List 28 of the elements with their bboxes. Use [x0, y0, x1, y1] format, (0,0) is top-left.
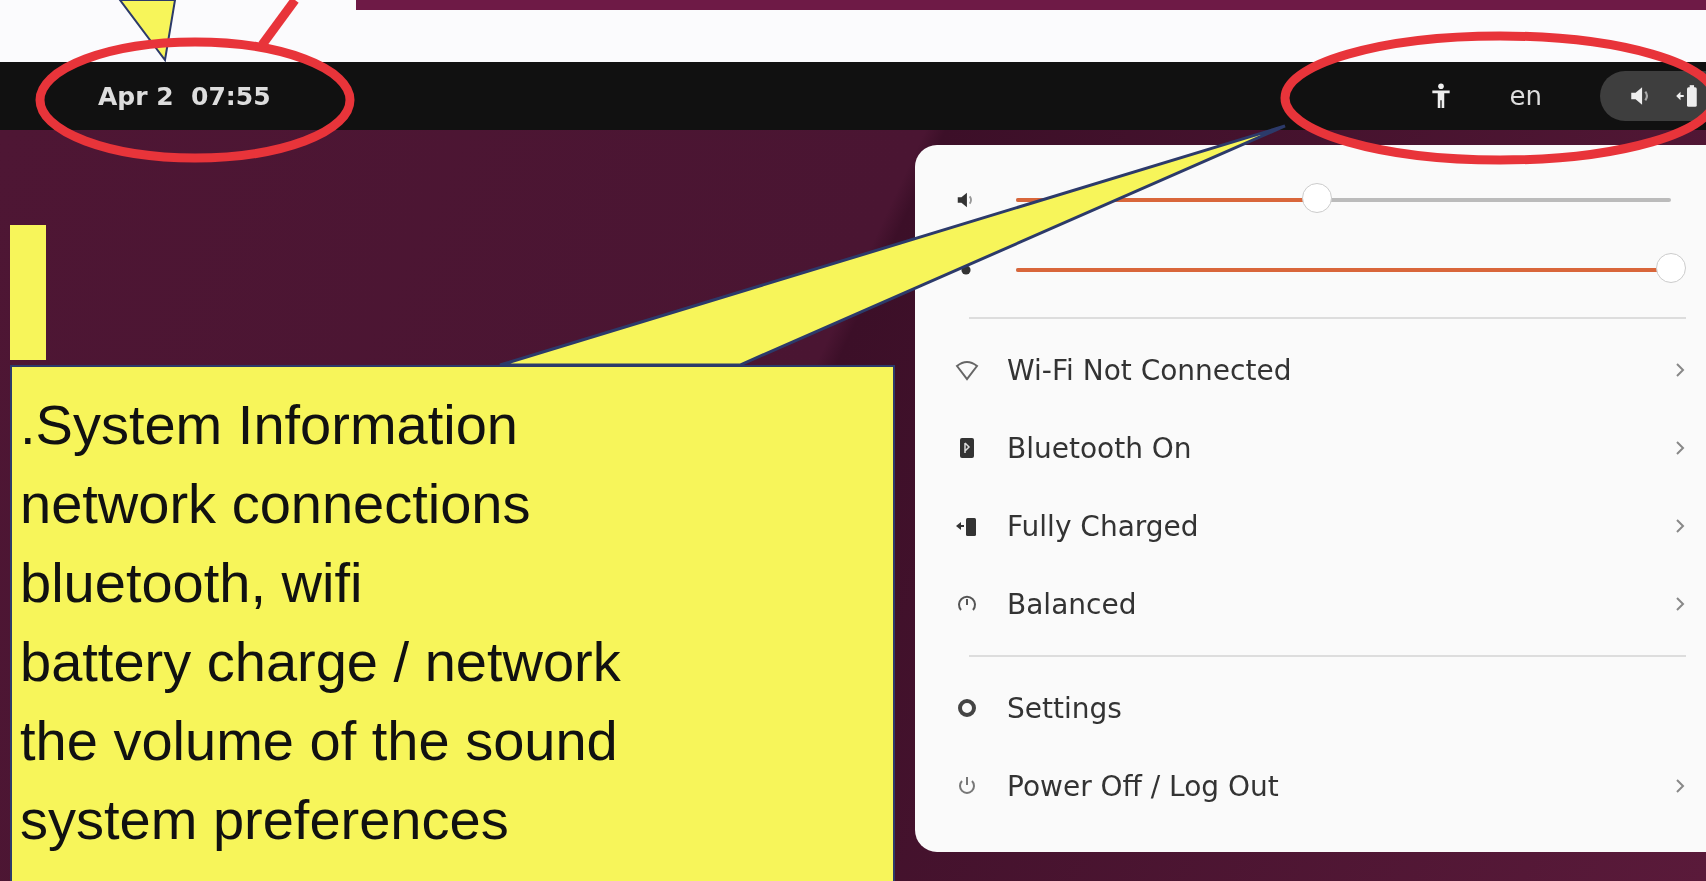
slider-thumb[interactable] [1656, 253, 1686, 283]
callout-pointer [118, 0, 177, 63]
callout-text: bluetooth, wifi [20, 550, 363, 616]
menu-item[interactable]: Balanced [939, 565, 1686, 643]
menu-item-label: Bluetooth On [1007, 431, 1193, 465]
settings-icon [955, 696, 979, 720]
menu-item-label: Balanced [1007, 587, 1138, 621]
date-time[interactable]: Apr 2 07:55 [98, 81, 271, 111]
wifi-icon [955, 358, 979, 382]
callout-text: battery charge / network [20, 629, 621, 695]
slider-thumb[interactable] [1302, 183, 1333, 213]
menu-item[interactable]: Bluetooth On [939, 409, 1686, 487]
callout-text: .System Information [20, 392, 518, 458]
menu-item[interactable]: Settings [939, 669, 1686, 747]
menu-item[interactable]: Wi-Fi Not Connected [939, 331, 1686, 409]
status-pill[interactable] [1600, 71, 1706, 121]
accessibility-icon[interactable] [1429, 83, 1452, 109]
menu-item-label: Wi-Fi Not Connected [1007, 353, 1293, 387]
callout-text: system preferences [20, 787, 509, 853]
menu-item-label: Settings [1007, 691, 1123, 725]
menu-item-label: Fully Charged [1007, 509, 1200, 543]
menu-item-label: Power Off / Log Out [1007, 769, 1280, 803]
menu-item[interactable]: Fully Charged [939, 487, 1686, 565]
callout-text: network connections [20, 471, 531, 537]
menu-item[interactable]: Power Off / Log Out [939, 747, 1686, 825]
battery-icon [1674, 83, 1700, 109]
callout-text: the volume of the sound [20, 708, 618, 774]
language-indicator[interactable]: en [1509, 81, 1542, 111]
